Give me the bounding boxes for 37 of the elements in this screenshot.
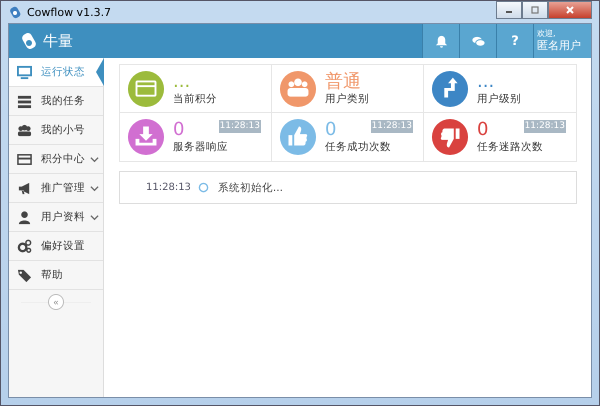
app-name: 牛量 (43, 32, 73, 50)
window-title: Cowflow v1.3.7 (27, 6, 112, 18)
stat-value: ... (173, 72, 192, 92)
gears-icon (17, 238, 32, 254)
log-message: 系统初始化... (218, 180, 283, 194)
chat-button[interactable] (459, 24, 496, 58)
tag-icon (17, 268, 32, 282)
minimize-button[interactable] (496, 1, 522, 19)
collapse-button[interactable]: « (48, 294, 64, 310)
sidebar-item[interactable]: 运行状态 (9, 58, 103, 87)
close-button[interactable] (548, 1, 592, 19)
stat-label: 当前积分 (173, 92, 217, 106)
timeline-dot-icon (198, 182, 209, 193)
bell-icon (434, 34, 448, 48)
maximize-button[interactable] (522, 1, 548, 19)
time-badge: 11:28:13 (218, 120, 261, 133)
stat-label: 服务器响应 (173, 140, 228, 154)
time-badge: 11:28:13 (524, 120, 566, 133)
app-logo-icon (8, 5, 22, 19)
stat-label: 用户类别 (325, 92, 369, 106)
stat-label: 任务迷路次数 (477, 140, 543, 154)
person-icon (17, 210, 32, 224)
stat-value: ... (477, 72, 496, 92)
card-icon (17, 152, 32, 166)
log-time: 11:28:13 (146, 182, 191, 193)
maximize-icon (530, 5, 540, 15)
list-icon (17, 94, 32, 108)
monitor-icon (17, 64, 32, 80)
stat-value: 普通 (325, 72, 362, 92)
people-icon (17, 122, 32, 138)
notification-button[interactable] (422, 24, 459, 58)
welcome-text: 欢迎, (537, 29, 557, 39)
stat-label: 用户级别 (477, 92, 521, 106)
stat-label: 任务成功次数 (325, 140, 391, 154)
time-badge: 11:28:13 (370, 120, 413, 133)
close-icon (565, 5, 575, 15)
megaphone-icon (17, 180, 32, 196)
